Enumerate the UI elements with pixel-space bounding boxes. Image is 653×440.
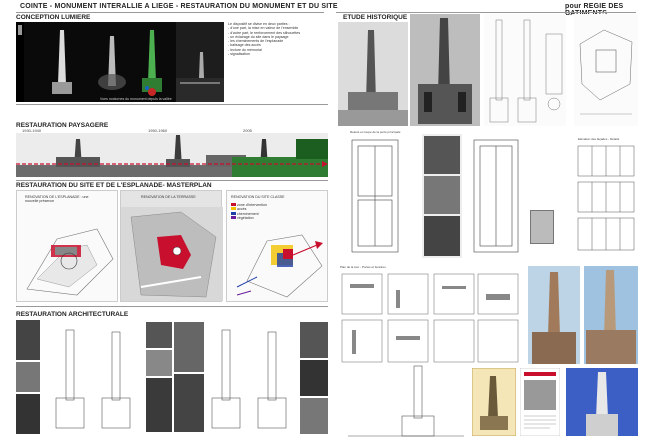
- door-elevation-drawing-1: [338, 134, 420, 258]
- tower-section-drawing: [346, 364, 466, 438]
- construction-details-grid: [338, 270, 522, 366]
- section-title-lumiere: CONCEPTION LUMIERE: [16, 14, 91, 21]
- lumiere-caption: Vues nocturnes du monument depuis la val…: [100, 97, 172, 101]
- paysagere-panorama: [16, 133, 328, 177]
- historic-postcard: [472, 368, 516, 436]
- poster-title-left: COINTE - MONUMENT INTERALLIE A LIEGE - R…: [20, 3, 338, 10]
- details-facade-caption: Elévation des façades - Détails: [578, 137, 620, 141]
- small-detail-thumb: [530, 210, 554, 244]
- details-plan-caption: Plan de la tour - Portes et fenêtres: [340, 265, 386, 269]
- masterplan-sub-left: RENOVATION DE L'ESPLANADE : une nouvelle…: [25, 195, 89, 204]
- masterplan-legend: zone d'intervention accès cheminement vé…: [231, 203, 267, 220]
- divider-paysagere: [16, 180, 328, 181]
- historique-photo-1: [338, 22, 408, 126]
- door-elevation-drawing-2: [466, 134, 528, 258]
- masterplan-esplanade-map: RENOVATION DE L'ESPLANADE : une nouvelle…: [16, 190, 118, 302]
- legend-item-3: végétation: [237, 215, 254, 220]
- divider-lumiere: [16, 104, 328, 105]
- monument-blue-sky-photo: [566, 368, 638, 436]
- architecturale-panel: [16, 320, 328, 436]
- historique-site-plan: [574, 14, 638, 126]
- header-rule-right: [336, 12, 636, 13]
- header-rule-left: [16, 12, 324, 13]
- masterplan-site-map: RENOVATION DU SITE CLASSE zone d'interve…: [226, 190, 328, 302]
- architecturale-illustration: [16, 320, 328, 434]
- masterplan-terrasse-map: RENOVATION DE LA TERRASSE: [120, 190, 223, 302]
- section-title-historique: ETUDE HISTORIQUE: [343, 14, 408, 21]
- section-title-masterplan: RESTAURATION DU SITE ET DE L'ESPLANADE- …: [16, 182, 212, 189]
- divider-masterplan: [16, 306, 328, 307]
- photo-strip-details: [422, 134, 462, 258]
- facade-windows-drawing: [574, 142, 638, 254]
- masterplan-sub-mid: RENOVATION DE LA TERRASSE: [141, 195, 196, 199]
- monument-color-photo-1: [528, 266, 580, 364]
- historique-photo-2: [410, 14, 480, 126]
- lumiere-notes: Le dispositif se divise en deux parties …: [228, 22, 328, 102]
- lumiere-note-7: - signalisation: [228, 52, 250, 57]
- brochure-page: [520, 368, 560, 436]
- section-title-architecturale: RESTAURATION ARCHITECTURALE: [16, 311, 129, 318]
- monument-color-photo-2: [584, 266, 638, 364]
- night-towers-illustration: [24, 22, 224, 102]
- historique-elevation-drawings: [484, 14, 566, 126]
- lumiere-night-views: [16, 22, 224, 102]
- masterplan-sub-right: RENOVATION DU SITE CLASSE: [231, 195, 285, 199]
